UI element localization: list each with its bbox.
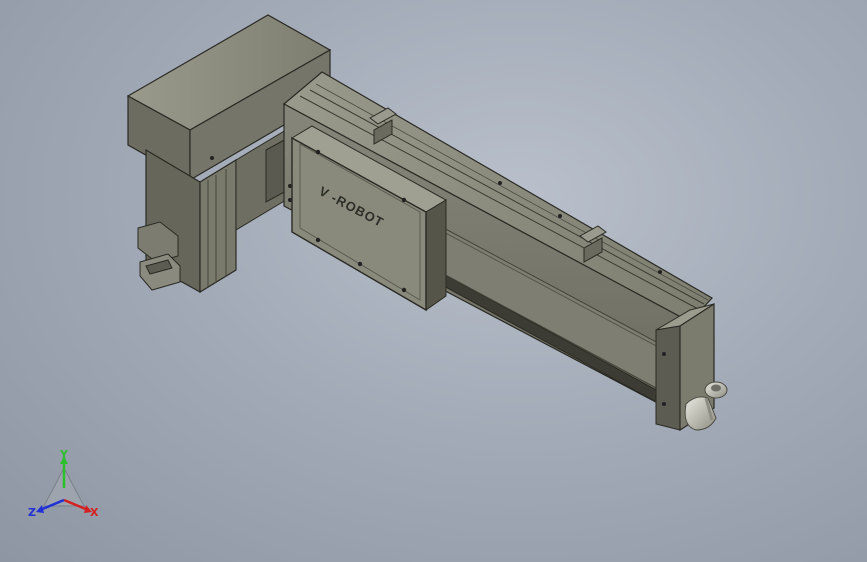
- motor-connector: [137, 221, 181, 291]
- linear-actuator-model[interactable]: V -ROBOT Y X Z: [0, 0, 867, 562]
- x-axis-label: X: [90, 506, 99, 519]
- y-axis-label: Y: [59, 448, 69, 461]
- axis-triad: Y X Z: [28, 448, 99, 519]
- z-axis-label: Z: [28, 506, 36, 519]
- cad-viewport[interactable]: V -ROBOT Y X Z: [0, 0, 867, 562]
